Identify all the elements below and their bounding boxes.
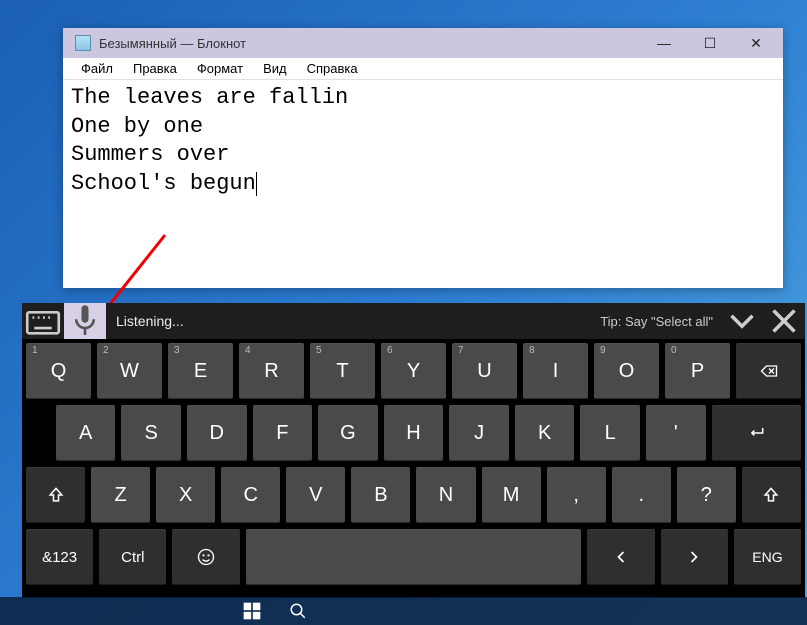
notepad-icon [75,35,91,51]
key-ctrl[interactable]: Ctrl [99,529,166,585]
key-row-2: A S D F G H J K L ' [26,405,801,461]
close-button[interactable]: ✕ [733,28,779,58]
key-s[interactable]: S [121,405,181,461]
key-o[interactable]: 9O [594,343,659,399]
menu-edit[interactable]: Правка [123,59,187,78]
taskbar-search-icon[interactable] [276,597,320,625]
menu-help[interactable]: Справка [297,59,368,78]
key-space[interactable] [246,529,582,585]
osk-keys: 1Q 2W 3E 4R 5T 6Y 7U 8I 9O 0P A S D F G … [22,339,805,598]
notepad-window: Безымянный — Блокнот — ☐ ✕ Файл Правка Ф… [63,28,783,288]
key-arrow-right[interactable] [661,529,728,585]
text-editor[interactable]: The leaves are fallin One by one Summers… [63,80,783,288]
key-j[interactable]: J [449,405,509,461]
key-z[interactable]: Z [91,467,150,523]
menubar: Файл Правка Формат Вид Справка [63,58,783,80]
key-row-3: Z X C V B N M , . ? [26,467,801,523]
key-m[interactable]: M [482,467,541,523]
maximize-button[interactable]: ☐ [687,28,733,58]
key-d[interactable]: D [187,405,247,461]
taskbar[interactable] [0,597,807,625]
key-period[interactable]: . [612,467,671,523]
key-n[interactable]: N [416,467,475,523]
key-h[interactable]: H [384,405,444,461]
key-p[interactable]: 0P [665,343,730,399]
menu-file[interactable]: Файл [71,59,123,78]
close-icon[interactable] [763,303,805,339]
key-c[interactable]: C [221,467,280,523]
taskbar-start-icon[interactable] [230,597,274,625]
key-emoji[interactable] [172,529,239,585]
key-g[interactable]: G [318,405,378,461]
minimize-button[interactable]: — [641,28,687,58]
onscreen-keyboard: Listening... Tip: Say "Select all" 1Q 2W… [22,303,805,598]
editor-content: The leaves are fallin One by one Summers… [71,85,348,196]
key-arrow-left[interactable] [587,529,654,585]
menu-format[interactable]: Формат [187,59,253,78]
chevron-down-icon[interactable] [721,303,763,339]
microphone-icon[interactable] [64,303,106,339]
key-q[interactable]: 1Q [26,343,91,399]
key-row-1: 1Q 2W 3E 4R 5T 6Y 7U 8I 9O 0P [26,343,801,399]
key-u[interactable]: 7U [452,343,517,399]
window-title: Безымянный — Блокнот [99,36,641,51]
keyboard-switch-icon[interactable] [22,303,64,339]
key-y[interactable]: 6Y [381,343,446,399]
key-shift-left[interactable] [26,467,85,523]
key-b[interactable]: B [351,467,410,523]
key-row-4: &123 Ctrl ENG [26,529,801,585]
key-r[interactable]: 4R [239,343,304,399]
key-t[interactable]: 5T [310,343,375,399]
key-w[interactable]: 2W [97,343,162,399]
key-enter[interactable] [712,405,801,461]
osk-toolbar: Listening... Tip: Say "Select all" [22,303,805,339]
titlebar[interactable]: Безымянный — Блокнот — ☐ ✕ [63,28,783,58]
key-backspace[interactable] [736,343,801,399]
osk-tip: Tip: Say "Select all" [600,314,721,329]
osk-status: Listening... [106,313,600,329]
text-cursor [256,172,257,196]
key-e[interactable]: 3E [168,343,233,399]
key-language[interactable]: ENG [734,529,801,585]
key-x[interactable]: X [156,467,215,523]
key-a[interactable]: A [56,405,116,461]
key-comma[interactable]: , [547,467,606,523]
key-mode-numeric[interactable]: &123 [26,529,93,585]
key-k[interactable]: K [515,405,575,461]
key-shift-right[interactable] [742,467,801,523]
key-v[interactable]: V [286,467,345,523]
key-f[interactable]: F [253,405,313,461]
key-l[interactable]: L [580,405,640,461]
key-apostrophe[interactable]: ' [646,405,706,461]
menu-view[interactable]: Вид [253,59,297,78]
key-i[interactable]: 8I [523,343,588,399]
key-question[interactable]: ? [677,467,736,523]
